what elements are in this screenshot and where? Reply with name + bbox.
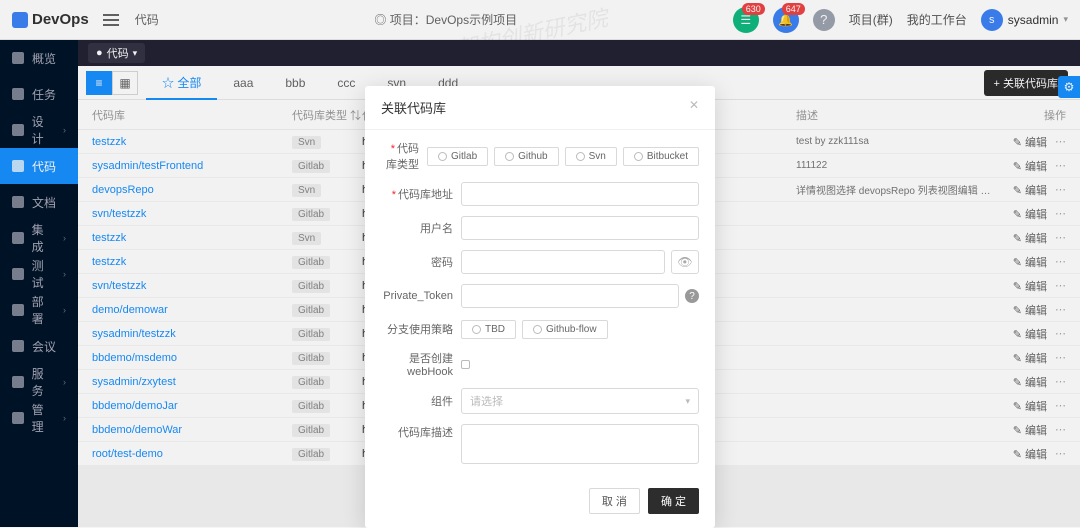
pwd-toggle-icon[interactable]: 👁 [671,250,699,274]
desc-input[interactable] [461,424,699,464]
link-repo-modal: 关联代码库 ✕ *代码库类型GitlabGithubSvnBitbucket *… [365,86,715,528]
type-opt-bitbucket[interactable]: Bitbucket [623,147,699,166]
close-icon[interactable]: ✕ [689,98,699,117]
help-icon[interactable]: ? [685,289,699,303]
url-input[interactable] [461,182,699,206]
ok-button[interactable]: 确 定 [648,488,699,514]
modal-title: 关联代码库 [381,98,446,117]
token-input[interactable] [461,284,679,308]
branch-opt-github-flow[interactable]: Github-flow [522,320,608,339]
cancel-button[interactable]: 取 消 [589,488,640,514]
branch-opt-tbd[interactable]: TBD [461,320,516,339]
type-opt-github[interactable]: Github [494,147,558,166]
type-opt-svn[interactable]: Svn [565,147,617,166]
pwd-input[interactable] [461,250,665,274]
user-input[interactable] [461,216,699,240]
type-opt-gitlab[interactable]: Gitlab [427,147,488,166]
webhook-checkbox[interactable] [461,360,470,369]
component-select[interactable]: 请选择▾ [461,388,699,414]
